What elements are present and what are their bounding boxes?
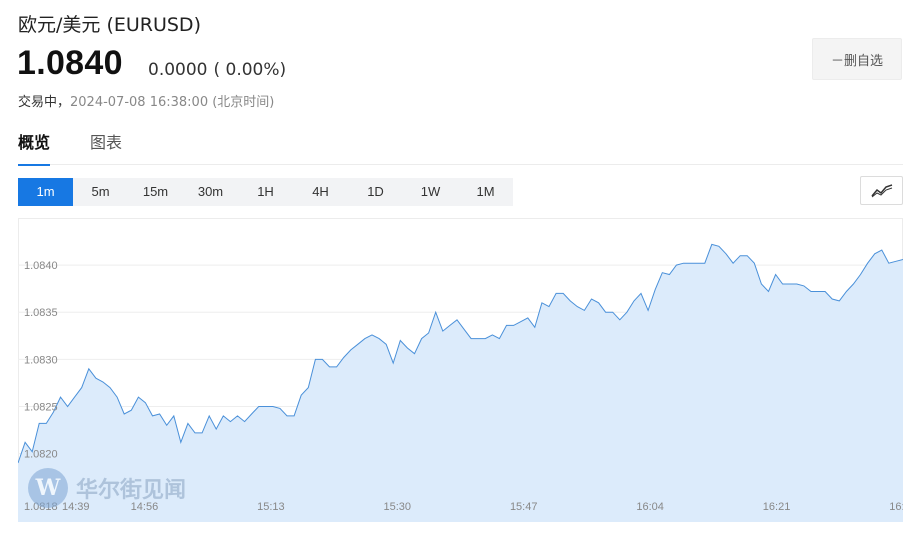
y-tick-label: 1.0830 (24, 354, 58, 366)
interval-1m[interactable]: 1m (18, 178, 73, 206)
watermark-logo-icon: W (28, 468, 68, 508)
timezone-label: (北京时间) (212, 95, 275, 110)
price-change: 0.0000( 0.00%) (148, 60, 286, 80)
x-tick-label: 15:47 (510, 501, 538, 513)
interval-5m[interactable]: 5m (73, 178, 128, 206)
interval-30m[interactable]: 30m (183, 178, 238, 206)
interval-1w[interactable]: 1W (403, 178, 458, 206)
current-price: 1.0840 (17, 44, 123, 82)
x-tick-label: 16:38 (889, 501, 903, 513)
y-tick-label: 1.0825 (24, 401, 58, 413)
x-tick-label: 16:21 (763, 501, 791, 513)
interval-1d[interactable]: 1D (348, 178, 403, 206)
interval-4h[interactable]: 4H (293, 178, 348, 206)
y-tick-label: 1.0820 (24, 449, 58, 461)
change-value: 0.0000 (148, 60, 208, 80)
interval-15m[interactable]: 15m (128, 178, 183, 206)
x-tick-label: 16:04 (636, 501, 664, 513)
watermark-text: 华尔街见闻 (76, 477, 187, 503)
line-chart-icon (870, 183, 892, 197)
y-tick-label: 1.0840 (24, 260, 58, 272)
x-tick-label: 15:30 (384, 501, 412, 513)
trading-status: 交易中，2024-07-08 16:38:00 (北京时间) (18, 91, 274, 110)
chart-type-button[interactable] (860, 176, 903, 205)
tab-chart[interactable]: 图表 (90, 132, 122, 165)
tab-bar: 概览 图表 (18, 132, 903, 166)
remove-watchlist-button[interactable]: －删自选 (812, 38, 902, 80)
tab-overview[interactable]: 概览 (18, 132, 51, 166)
watermark: W 华尔街见闻 (28, 468, 186, 508)
trading-state: 交易中， (18, 95, 71, 110)
instrument-title: 欧元/美元 (EURUSD) (18, 14, 201, 36)
x-tick-label: 15:13 (257, 501, 285, 513)
interval-1mo[interactable]: 1M (458, 178, 513, 206)
change-percent: ( 0.00%) (213, 60, 287, 80)
interval-1h[interactable]: 1H (238, 178, 293, 206)
interval-selector: 1m 5m 15m 30m 1H 4H 1D 1W 1M (18, 178, 513, 206)
quote-time: 2024-07-08 16:38:00 (70, 95, 209, 110)
y-tick-label: 1.0835 (24, 307, 58, 319)
